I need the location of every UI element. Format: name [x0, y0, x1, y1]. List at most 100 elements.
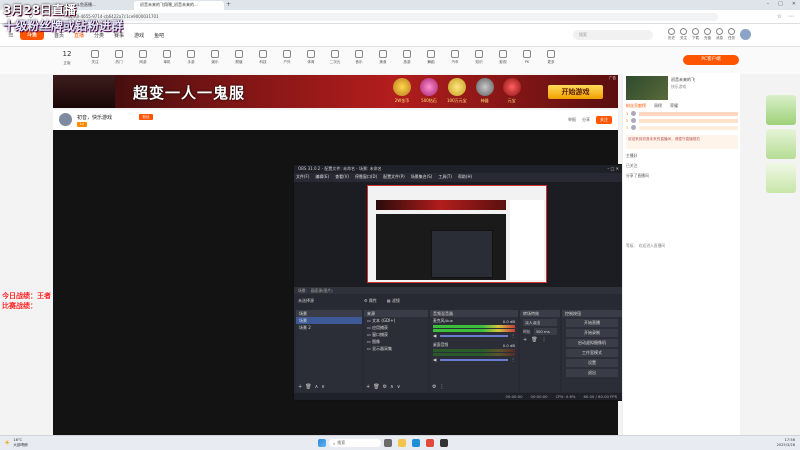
rank-row[interactable]: 3 — [626, 125, 738, 130]
category-item[interactable]: 舞蹈 — [420, 50, 442, 65]
category-item[interactable]: 二次元 — [324, 50, 346, 65]
browser-icon[interactable] — [412, 439, 420, 447]
category-item[interactable]: 颜值 — [228, 50, 250, 65]
virtual-camera-button[interactable]: 启动虚拟摄像机 — [566, 339, 618, 347]
source-up-icon[interactable]: ∧ — [390, 384, 394, 390]
speaker-icon[interactable]: ◀) — [433, 333, 437, 338]
obs-preview[interactable] — [294, 182, 623, 287]
category-item[interactable]: 单机 — [156, 50, 178, 65]
mixer-settings-icon[interactable]: ⋮ — [511, 357, 515, 362]
category-item[interactable]: 知识 — [468, 50, 490, 65]
side-ad-image[interactable] — [766, 129, 796, 159]
tasks-button[interactable]: 任务 — [728, 28, 735, 41]
obs-menu-docks[interactable]: 停靠窗口(D) — [355, 174, 377, 180]
mixer-settings-icon[interactable]: ⋮ — [511, 333, 515, 338]
category-item[interactable]: 关注 — [84, 50, 106, 65]
side-ad-column[interactable] — [766, 95, 798, 215]
close-icon[interactable]: ✕ — [792, 1, 796, 7]
category-item[interactable]: 户外 — [276, 50, 298, 65]
exit-button[interactable]: 退出 — [566, 369, 618, 377]
mixer-menu-icon[interactable]: ⋮ — [439, 384, 444, 390]
category-item[interactable]: 手游 — [180, 50, 202, 65]
promo-image[interactable] — [626, 76, 668, 100]
recharge-button[interactable]: 充值 — [704, 28, 711, 41]
browser-tab-active[interactable]: 初音未来的飞翔嘿_初音未来的... — [134, 1, 224, 10]
obs-menu-file[interactable]: 文件(F) — [296, 174, 309, 180]
obs-source-item[interactable]: ▭ 显示器采集 — [364, 345, 428, 352]
obs-icon[interactable] — [440, 439, 448, 447]
source-down-icon[interactable]: ∨ — [397, 384, 401, 390]
maximize-icon[interactable]: □ — [778, 1, 783, 7]
remove-transition-icon[interactable]: 🗑 — [531, 337, 537, 343]
add-source-icon[interactable]: + — [366, 384, 370, 390]
obs-source-item[interactable]: ▭ 文本 (GDI+) — [364, 317, 428, 324]
download-button[interactable]: 下载 — [692, 28, 699, 41]
category-item[interactable]: 12 正版 — [56, 50, 78, 66]
transition-menu-icon[interactable]: ⋮ — [542, 337, 547, 343]
obs-source-item[interactable]: ▭ 应用捕获 — [364, 324, 428, 331]
url-input[interactable]: ...0243I-4655-9714-cb6422a7c1ce900003170… — [58, 13, 718, 21]
category-item[interactable]: PK — [516, 50, 538, 64]
category-item[interactable]: 影视 — [492, 50, 514, 65]
obs-duration-input[interactable]: 300 ms — [533, 328, 557, 335]
start-streaming-button[interactable]: 开始直播 — [566, 319, 618, 327]
scene-up-icon[interactable]: ∧ — [315, 384, 319, 390]
share-button[interactable]: 分享 — [582, 117, 590, 123]
rank-row[interactable]: 1 — [626, 111, 738, 116]
studio-mode-button[interactable]: 工作室模式 — [566, 349, 618, 357]
obs-menu-view[interactable]: 查看(V) — [335, 174, 349, 180]
category-item[interactable]: 热门 — [108, 50, 130, 65]
avatar[interactable] — [740, 29, 751, 40]
start-menu-icon[interactable] — [318, 439, 326, 447]
browser-tab[interactable]: 斗鱼直播... — [70, 1, 132, 10]
obs-source-item[interactable]: ▭ 窗口捕获 — [364, 331, 428, 338]
new-tab-icon[interactable]: + — [226, 1, 231, 8]
tab-fans-rank[interactable]: 粉丝贡献榜 — [626, 103, 646, 109]
remove-scene-icon[interactable]: 🗑 — [305, 384, 311, 390]
file-explorer-icon[interactable] — [398, 439, 406, 447]
settings-button[interactable]: 设置 — [566, 359, 618, 367]
side-ad-image[interactable] — [766, 95, 796, 125]
banner-start-button[interactable]: 开始游戏 — [548, 85, 603, 99]
taskbar-search[interactable]: ⌕ 搜索 — [329, 439, 381, 447]
rank-row[interactable]: 2 — [626, 118, 738, 123]
add-scene-icon[interactable]: + — [298, 384, 302, 390]
side-ad-image[interactable] — [766, 163, 796, 193]
obs-transition-select[interactable]: 淡入淡出 — [523, 319, 557, 326]
category-item[interactable]: 网游 — [132, 50, 154, 65]
nav-games[interactable]: 游戏 — [134, 32, 144, 39]
remove-source-icon[interactable]: 🗑 — [373, 384, 379, 390]
chrome-icon[interactable] — [426, 439, 434, 447]
follow-button[interactable]: 关注 — [596, 116, 612, 124]
obs-source-item[interactable]: ▭ 图像 — [364, 338, 428, 345]
category-item[interactable]: 体育 — [300, 50, 322, 65]
obs-volume-slider[interactable] — [440, 358, 509, 361]
weather-widget[interactable]: ☀ 18°C 大部晴朗 — [4, 438, 28, 447]
start-recording-button[interactable]: 开始录制 — [566, 329, 618, 337]
tab-week-rank[interactable]: 周榜 — [654, 103, 662, 109]
obs-filters-button[interactable]: ▦ 滤镜 — [387, 298, 400, 304]
obs-scene-item[interactable]: 场景 2 — [296, 324, 362, 331]
category-item[interactable]: 美食 — [372, 50, 394, 65]
messages-button[interactable]: 消息 — [716, 28, 723, 41]
obs-menu-profile[interactable]: 配置文件(P) — [383, 174, 405, 180]
category-item[interactable]: 汽车 — [444, 50, 466, 65]
banner-ad[interactable]: 超变一人一鬼服 2W金币 500钻石 100万元宝 神器 元宝 开始游戏 广告 — [53, 75, 618, 108]
follow-list-button[interactable]: 关注 — [680, 28, 687, 41]
obs-properties-button[interactable]: ⚙ 属性 — [364, 298, 377, 304]
report-button[interactable]: 举报 — [568, 117, 576, 123]
category-item[interactable]: 音乐 — [348, 50, 370, 65]
task-view-icon[interactable] — [384, 439, 392, 447]
category-item[interactable]: 更多 — [540, 50, 562, 65]
menu-icon[interactable]: ⋯ — [788, 13, 794, 20]
obs-scene-item[interactable]: 场景 — [296, 317, 362, 324]
category-item[interactable]: 娱乐 — [204, 50, 226, 65]
obs-menu-tools[interactable]: 工具(T) — [438, 174, 452, 180]
category-item[interactable]: 旅游 — [396, 50, 418, 65]
nav-yuba[interactable]: 鱼吧 — [154, 32, 164, 39]
obs-menu-edit[interactable]: 编辑(E) — [315, 174, 329, 180]
category-item[interactable]: 科技 — [252, 50, 274, 65]
obs-menu-help[interactable]: 帮助(H) — [458, 174, 472, 180]
obs-volume-slider[interactable] — [440, 334, 509, 337]
pc-client-button[interactable]: PC客户端 — [683, 55, 739, 65]
